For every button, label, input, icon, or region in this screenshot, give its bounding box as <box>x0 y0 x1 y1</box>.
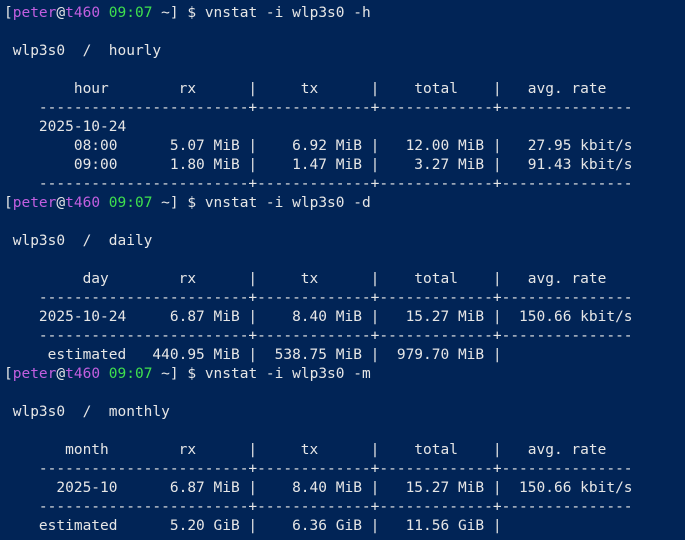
prompt-bracket-open: [ <box>4 5 13 21</box>
prompt-time: 09:07 <box>108 195 153 211</box>
hourly-title: wlp3s0 / hourly <box>4 43 162 59</box>
prompt-line: [peter@t460 09:07 ~] $ vnstat -i wlp3s0 … <box>4 194 371 213</box>
prompt-host: t460 <box>65 366 101 382</box>
prompt-line: [peter@t460 09:07 ~] $ vnstat -i wlp3s0 … <box>4 365 371 384</box>
table-row: 08:00 5.07 MiB | 6.92 MiB | 12.00 MiB | … <box>4 138 633 154</box>
command-text: vnstat -i wlp3s0 -h <box>204 5 371 21</box>
table-row: 2025-10 6.87 MiB | 8.40 MiB | 15.27 MiB … <box>4 480 633 496</box>
hourly-separator: ------------------------+-------------+-… <box>4 100 633 116</box>
prompt-user: peter <box>12 366 57 382</box>
prompt-time: 09:07 <box>108 5 153 21</box>
terminal-window[interactable]: [peter@t460 09:07 ~] $ vnstat -i wlp3s0 … <box>0 0 685 540</box>
prompt-dir: ~ <box>161 195 170 211</box>
prompt-user: peter <box>12 5 57 21</box>
prompt-user: peter <box>12 195 57 211</box>
monthly-header: month rx | tx | total | avg. rate <box>4 442 607 458</box>
prompt-bracket-open: [ <box>4 366 13 382</box>
prompt-at: @ <box>56 5 66 21</box>
daily-separator-bottom: ------------------------+-------------+-… <box>4 328 633 344</box>
prompt-at: @ <box>56 366 66 382</box>
daily-separator: ------------------------+-------------+-… <box>4 290 633 306</box>
monthly-estimated-row: estimated 5.20 GiB | 6.36 GiB | 11.56 Gi… <box>4 518 502 534</box>
monthly-separator-bottom: ------------------------+-------------+-… <box>4 499 633 515</box>
monthly-title: wlp3s0 / monthly <box>4 404 170 420</box>
prompt-line: [peter@t460 09:07 ~] $ vnstat -i wlp3s0 … <box>4 4 371 23</box>
prompt-bracket-close: ] $ <box>169 366 205 382</box>
daily-title: wlp3s0 / daily <box>4 233 153 249</box>
table-row: 09:00 1.80 MiB | 1.47 MiB | 3.27 MiB | 9… <box>4 157 633 173</box>
hourly-separator-bottom: ------------------------+-------------+-… <box>4 176 633 192</box>
prompt-time: 09:07 <box>108 366 153 382</box>
command-text: vnstat -i wlp3s0 -d <box>204 195 371 211</box>
hourly-header: hour rx | tx | total | avg. rate <box>4 81 607 97</box>
monthly-separator: ------------------------+-------------+-… <box>4 461 633 477</box>
prompt-at: @ <box>56 195 66 211</box>
table-row: 2025-10-24 6.87 MiB | 8.40 MiB | 15.27 M… <box>4 309 633 325</box>
prompt-host: t460 <box>65 195 101 211</box>
prompt-dir: ~ <box>161 5 170 21</box>
prompt-bracket-close: ] $ <box>169 5 205 21</box>
daily-header: day rx | tx | total | avg. rate <box>4 271 607 287</box>
prompt-bracket-open: [ <box>4 195 13 211</box>
hourly-date: 2025-10-24 <box>4 119 127 135</box>
prompt-dir: ~ <box>161 366 170 382</box>
prompt-host: t460 <box>65 5 101 21</box>
command-text: vnstat -i wlp3s0 -m <box>204 366 371 382</box>
daily-estimated-row: estimated 440.95 MiB | 538.75 MiB | 979.… <box>4 347 502 363</box>
prompt-bracket-close: ] $ <box>169 195 205 211</box>
